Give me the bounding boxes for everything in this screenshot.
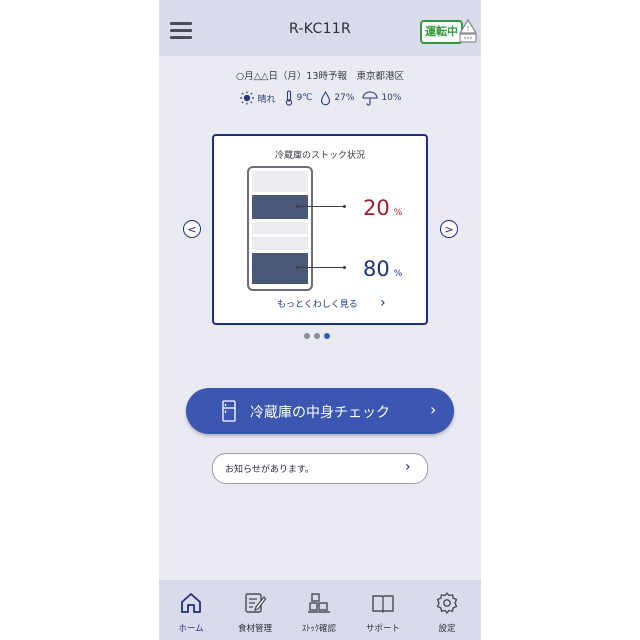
upper-stock-percent: 20% <box>363 196 402 220</box>
tab-food-management-label: 食材管理 <box>237 624 272 634</box>
svg-text:!: ! <box>467 25 470 33</box>
carousel-pager <box>304 333 334 339</box>
upper-stock-unit: % <box>393 208 403 218</box>
rain-chance: 10% <box>362 90 402 106</box>
tab-stock-check[interactable]: ｽﾄｯｸ確認 <box>287 580 351 640</box>
tab-stock-check-label: ｽﾄｯｸ確認 <box>301 624 336 634</box>
lower-leader-line <box>298 267 345 268</box>
tab-food-management[interactable]: 食材管理 <box>223 580 287 640</box>
pager-dot[interactable] <box>304 333 310 339</box>
fridge-icon <box>222 400 236 422</box>
app-header: R-KC11R 運転中 ! <box>159 0 481 56</box>
more-details-link[interactable]: もっとくわしく見る <box>277 297 358 310</box>
weather-row: 晴れ 9℃ 27% 10% <box>159 90 481 106</box>
temperature: 9℃ <box>284 90 313 106</box>
tab-support-label: サポート <box>365 624 400 634</box>
check-button-label: 冷蔵庫の中身チェック <box>250 405 390 421</box>
pager-dot-active[interactable] <box>324 333 330 339</box>
forecast-label: ○月△△日（月）13時予報 東京都港区 <box>236 71 404 82</box>
stock-status-card: 冷蔵庫のストック状況 20% 80% もっとくわしく見る › <box>212 134 428 325</box>
lower-stock-percent: 80% <box>363 257 402 281</box>
upper-leader-line <box>298 206 345 207</box>
pager-dot[interactable] <box>314 333 320 339</box>
weather-condition-text: 晴れ <box>257 94 276 105</box>
water-drop-icon <box>321 90 331 105</box>
fridge-top-shelf <box>252 171 308 192</box>
fridge-illustration <box>247 166 313 291</box>
lower-leader-dot-start <box>296 266 299 269</box>
upper-stock-value: 20 <box>363 196 390 220</box>
temperature-value: 9℃ <box>296 93 313 103</box>
sun-icon <box>239 91 254 105</box>
lower-leader-dot-end <box>343 266 346 269</box>
next-card-button[interactable]: > <box>440 220 458 238</box>
notice-label: お知らせがあります。 <box>225 465 314 475</box>
upper-leader-dot-end <box>343 205 346 208</box>
food-management-icon <box>245 593 267 613</box>
tab-support[interactable]: サポート <box>351 580 415 640</box>
bottom-tab-bar: ホーム 食材管理 ｽﾄｯｸ確認 サポート 設定 <box>159 580 481 640</box>
fridge-mid-shelf <box>252 222 308 234</box>
lower-stock-unit: % <box>393 269 403 279</box>
app-screen: R-KC11R 運転中 ! ○月△△日（月）13時予報 東京都港区 晴れ 9℃ <box>159 0 481 640</box>
lower-stock-bar <box>252 253 308 284</box>
weather-condition: 晴れ <box>239 91 276 105</box>
settings-gear-icon <box>436 592 458 614</box>
umbrella-icon <box>362 90 378 105</box>
warning-device-icon[interactable]: ! <box>457 18 479 44</box>
prev-card-button[interactable]: < <box>183 220 201 238</box>
tab-home-label: ホーム <box>178 624 204 634</box>
chevron-right-icon: › <box>430 400 437 419</box>
tab-settings[interactable]: 設定 <box>415 580 479 640</box>
stock-card-title: 冷蔵庫のストック状況 <box>274 151 365 161</box>
humidity-value: 27% <box>334 93 355 103</box>
chevron-right-icon[interactable]: › <box>380 295 386 311</box>
rain-chance-value: 10% <box>381 93 402 103</box>
upper-stock-bar <box>252 195 308 219</box>
lower-stock-value: 80 <box>363 257 390 281</box>
upper-leader-dot-start <box>296 205 299 208</box>
humidity: 27% <box>320 90 355 106</box>
chevron-right-icon: › <box>405 459 411 475</box>
fridge-contents-check-button[interactable]: 冷蔵庫の中身チェック › <box>186 388 454 434</box>
stock-check-icon <box>308 593 330 613</box>
fridge-mid-shelf-2 <box>252 237 308 250</box>
tab-home[interactable]: ホーム <box>159 580 223 640</box>
tab-settings-label: 設定 <box>438 624 456 634</box>
home-icon <box>181 593 201 613</box>
thermometer-icon <box>285 90 292 106</box>
notice-button[interactable]: お知らせがあります。 › <box>212 453 428 484</box>
support-book-icon <box>372 595 394 613</box>
